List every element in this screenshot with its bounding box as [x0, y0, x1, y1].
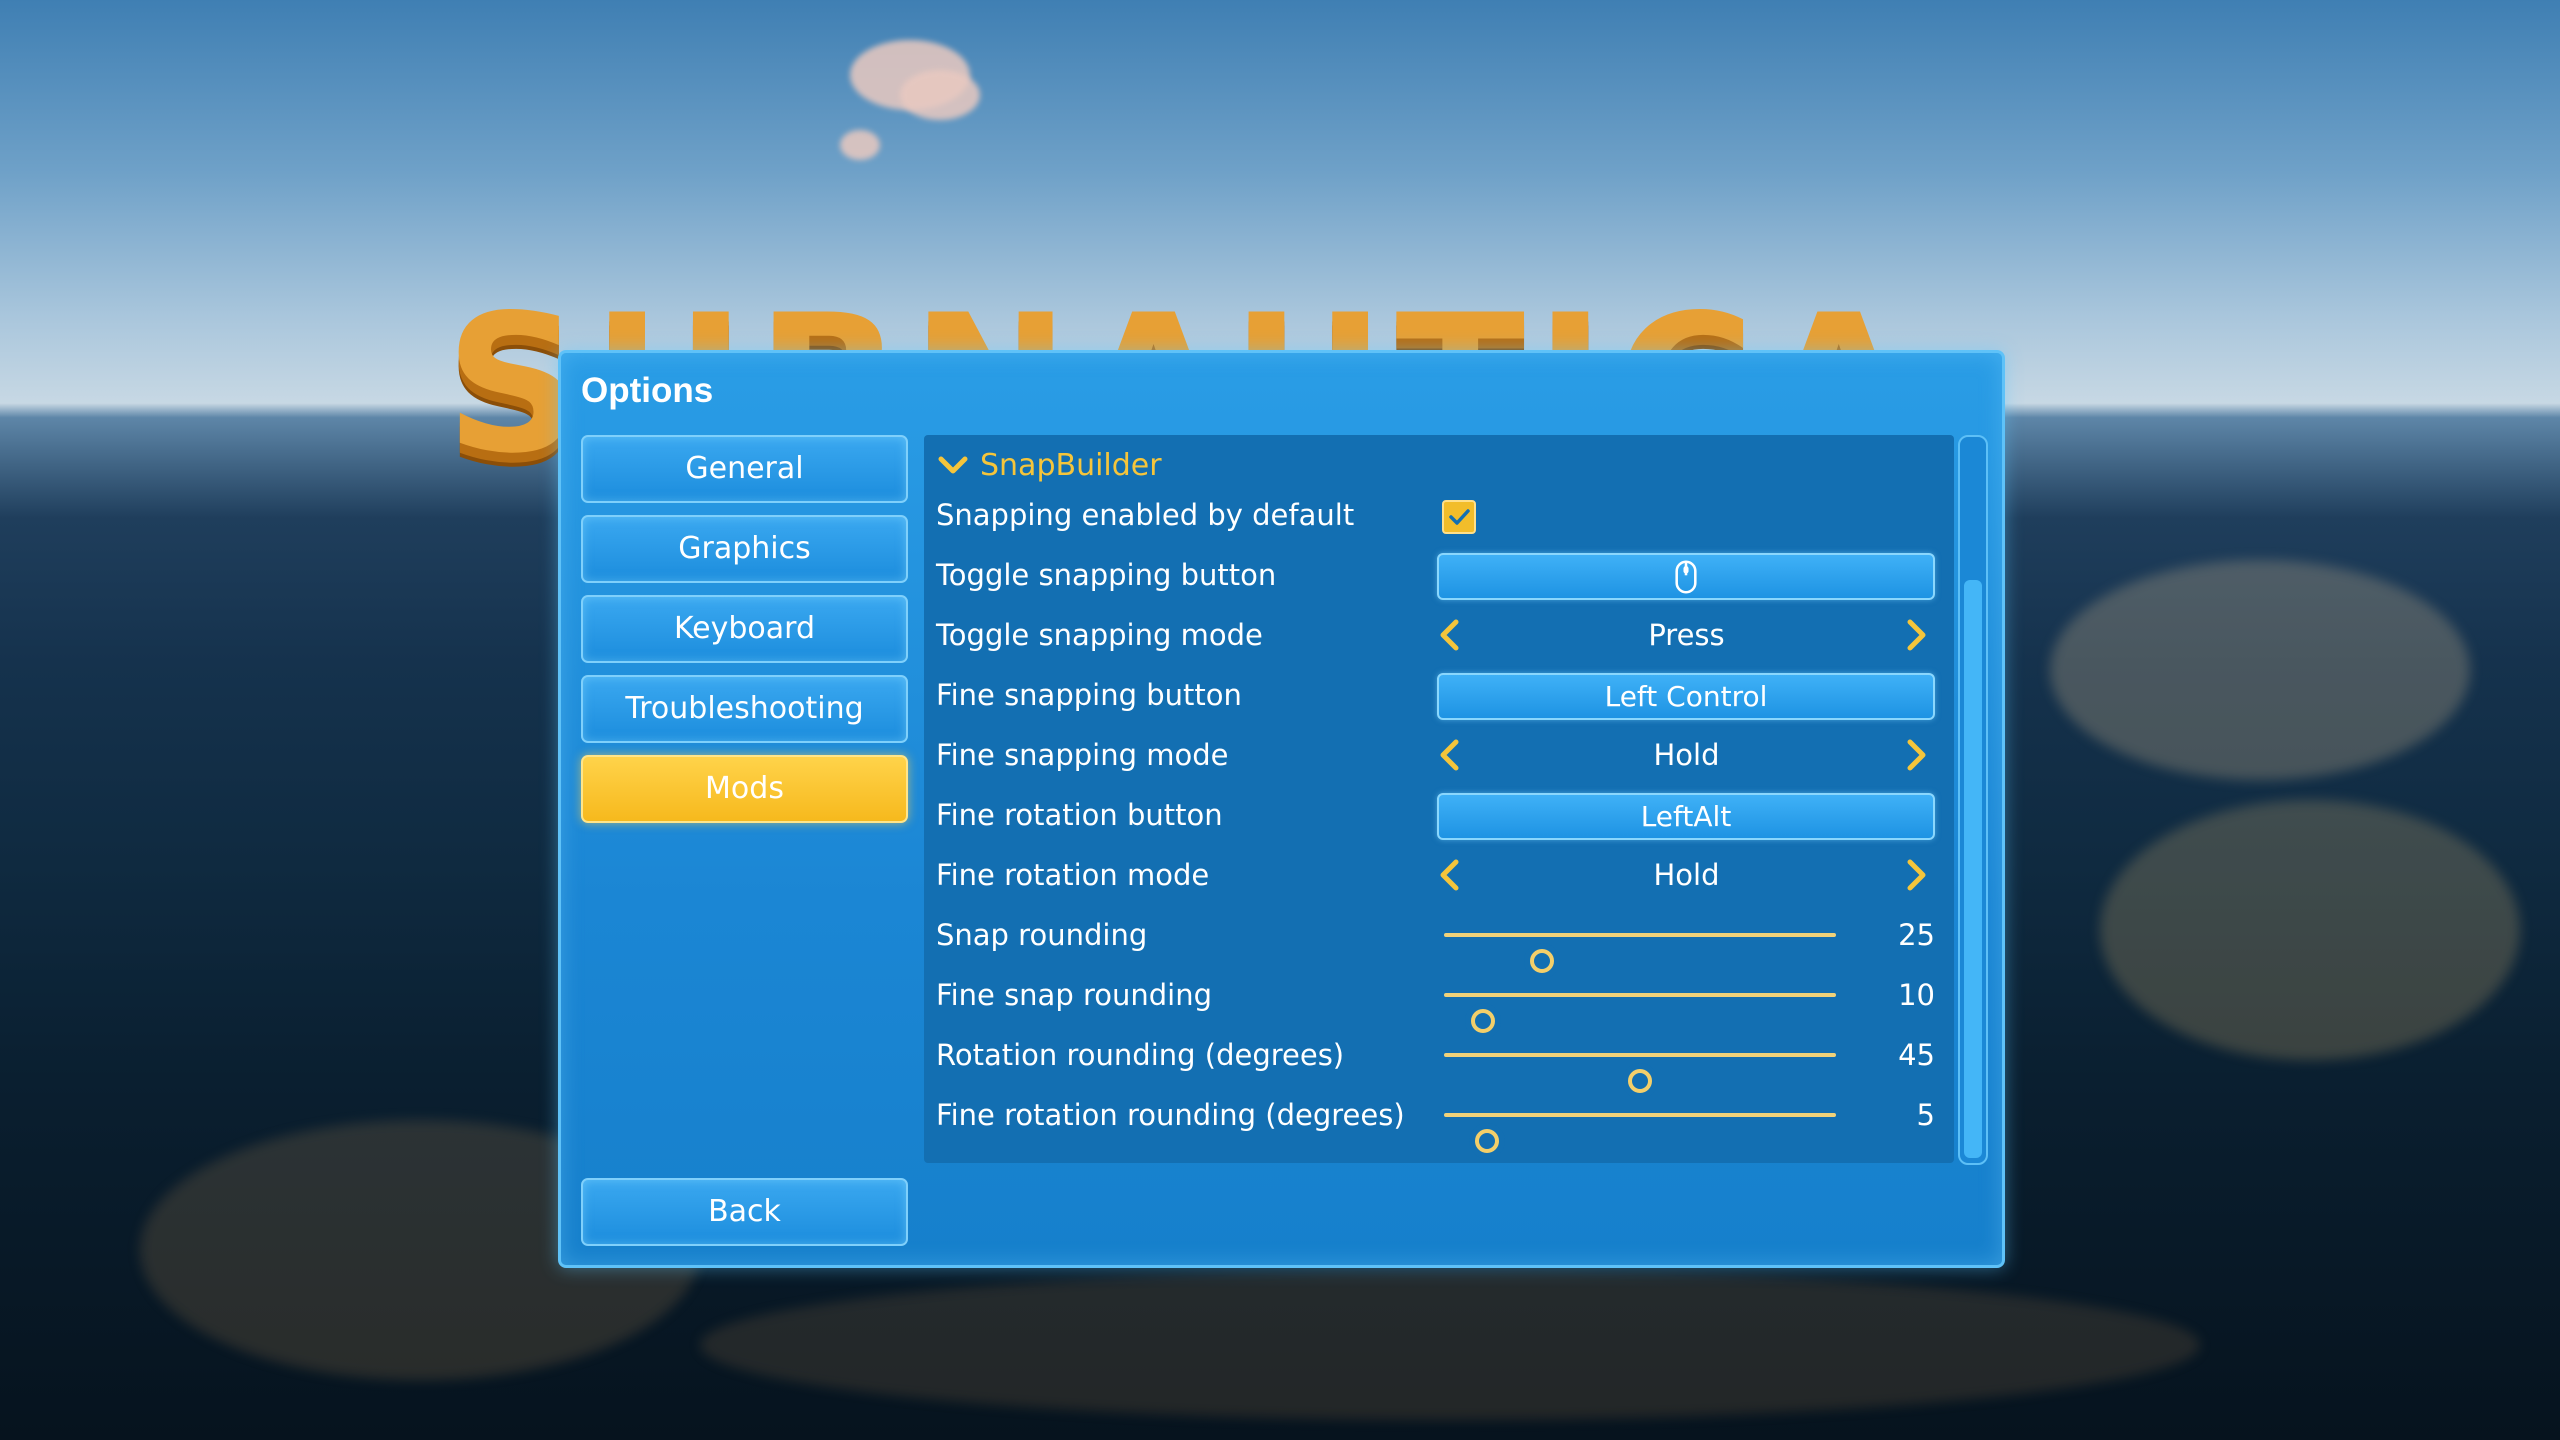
- setting-row: Fine snapping button Left Control: [924, 667, 1954, 723]
- setting-row: Fine snapping mode Hold: [924, 727, 1954, 783]
- setting-row: Snapping enabled by default: [924, 487, 1954, 543]
- cloud: [900, 70, 980, 120]
- slider-value: 10: [1898, 978, 1935, 1012]
- tab-mods[interactable]: Mods: [581, 755, 908, 823]
- setting-label: Rotation rounding (degrees): [936, 1038, 1345, 1072]
- setting-row: Toggle snapping button: [924, 547, 1954, 603]
- scroll-thumb[interactable]: [1964, 580, 1982, 1158]
- fine-rotation-rounding-slider[interactable]: [1444, 1113, 1836, 1153]
- section-title: SnapBuilder: [980, 447, 1162, 483]
- cloud: [840, 130, 880, 160]
- checkmark-icon: [1449, 509, 1470, 525]
- slider-value: 25: [1898, 918, 1935, 952]
- setting-row: Fine rotation mode Hold: [924, 847, 1954, 903]
- section-header-snapbuilder[interactable]: SnapBuilder: [936, 445, 1162, 485]
- chevron-left-icon[interactable]: [1432, 857, 1468, 893]
- tab-keyboard[interactable]: Keyboard: [581, 595, 908, 663]
- fine-snapping-binding-button[interactable]: Left Control: [1437, 673, 1935, 720]
- setting-label: Fine snap rounding: [936, 978, 1212, 1012]
- setting-row: Toggle snapping mode Press: [924, 607, 1954, 663]
- fine-snap-rounding-slider[interactable]: [1444, 993, 1836, 1033]
- setting-row: Fine rotation button LeftAlt: [924, 787, 1954, 843]
- setting-label: Snap rounding: [936, 918, 1148, 952]
- slider-value: 5: [1916, 1098, 1935, 1132]
- setting-label: Toggle snapping button: [936, 558, 1277, 592]
- scrollbar[interactable]: [1958, 435, 1988, 1165]
- choice-value: Press: [1648, 618, 1725, 652]
- setting-label: Fine rotation mode: [936, 858, 1210, 892]
- rotation-rounding-slider[interactable]: [1444, 1053, 1836, 1093]
- setting-row: Snap rounding 25: [924, 907, 1954, 973]
- chevron-right-icon[interactable]: [1898, 737, 1934, 773]
- tab-general[interactable]: General: [581, 435, 908, 503]
- back-button[interactable]: Back: [581, 1178, 908, 1246]
- choice-value: Hold: [1653, 858, 1720, 892]
- chevron-down-icon: [938, 456, 968, 474]
- settings-panel: SnapBuilder Snapping enabled by default …: [924, 435, 1954, 1163]
- chevron-left-icon[interactable]: [1432, 737, 1468, 773]
- setting-row: Rotation rounding (degrees) 45: [924, 1027, 1954, 1093]
- tab-troubleshooting[interactable]: Troubleshooting: [581, 675, 908, 743]
- sea-glint: [700, 1270, 2200, 1420]
- slider-knob[interactable]: [1475, 1129, 1500, 1153]
- chevron-right-icon[interactable]: [1898, 617, 1934, 653]
- setting-label: Fine snapping mode: [936, 738, 1229, 772]
- setting-label: Toggle snapping mode: [936, 618, 1263, 652]
- slider-value: 45: [1898, 1038, 1935, 1072]
- snapping-enabled-checkbox[interactable]: [1442, 500, 1476, 534]
- chevron-right-icon[interactable]: [1898, 857, 1934, 893]
- tab-graphics[interactable]: Graphics: [581, 515, 908, 583]
- snap-rounding-slider[interactable]: [1444, 933, 1836, 973]
- setting-label: Snapping enabled by default: [936, 498, 1355, 532]
- mouse-middle-icon: [1675, 560, 1697, 594]
- dialog-title: Options: [581, 371, 714, 410]
- setting-row: Fine rotation rounding (degrees) 5: [924, 1087, 1954, 1153]
- options-dialog: Options General Graphics Keyboard Troubl…: [558, 350, 2005, 1268]
- sea-glint: [2050, 560, 2470, 780]
- setting-label: Fine rotation rounding (degrees): [936, 1098, 1405, 1132]
- sea-glint: [2100, 800, 2520, 1060]
- setting-label: Fine rotation button: [936, 798, 1223, 832]
- setting-row: Fine snap rounding 10: [924, 967, 1954, 1033]
- fine-rotation-binding-button[interactable]: LeftAlt: [1437, 793, 1935, 840]
- choice-value: Hold: [1653, 738, 1720, 772]
- chevron-left-icon[interactable]: [1432, 617, 1468, 653]
- setting-label: Fine snapping button: [936, 678, 1242, 712]
- toggle-snapping-binding-button[interactable]: [1437, 553, 1935, 600]
